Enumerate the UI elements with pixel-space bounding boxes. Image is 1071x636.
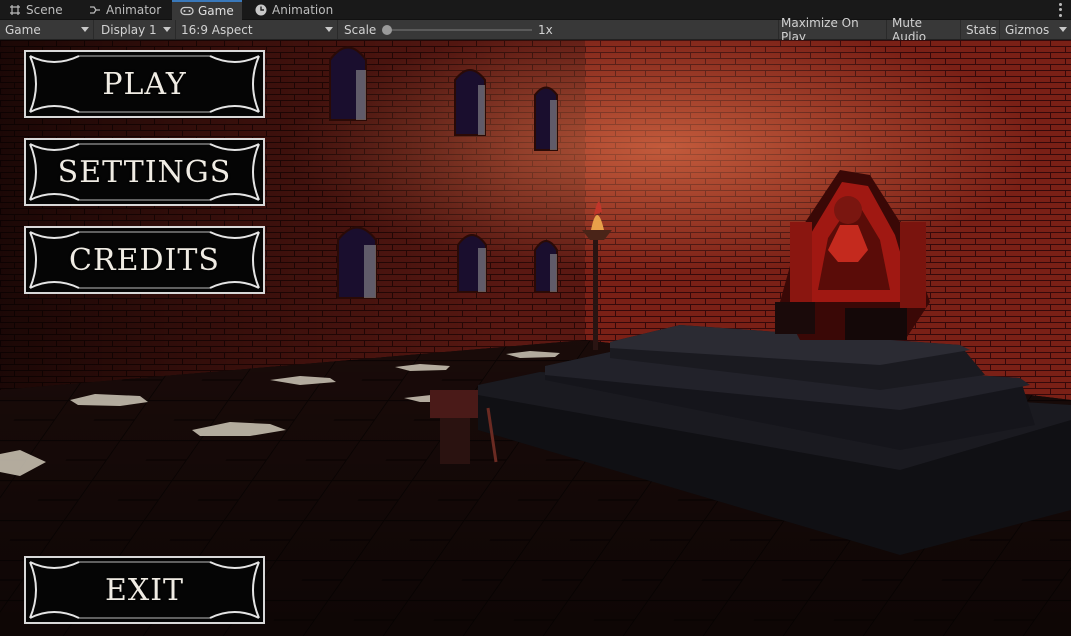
tab-label: Game: [198, 4, 234, 18]
chevron-down-icon: [325, 27, 333, 32]
gamepad-icon: [180, 4, 194, 18]
tab-label: Animation: [272, 3, 334, 17]
scale-value: 1x: [538, 22, 553, 37]
display-select[interactable]: Display 1: [96, 20, 176, 39]
gizmos-dropdown[interactable]: Gizmos: [1000, 20, 1071, 39]
tab-label: Animator: [106, 3, 162, 17]
settings-button[interactable]: SETTINGS: [24, 138, 265, 206]
clock-icon: [254, 3, 268, 17]
game-viewport[interactable]: PLAY SETTINGS CREDITS EXIT: [0, 40, 1071, 636]
credits-label: CREDITS: [69, 242, 220, 278]
exit-label: EXIT: [104, 572, 185, 608]
view-select[interactable]: Game: [0, 20, 94, 39]
tab-animator[interactable]: Animator: [80, 0, 169, 20]
exit-button[interactable]: EXIT: [24, 556, 265, 624]
animator-icon: [88, 3, 102, 17]
tab-label: Scene: [26, 3, 63, 17]
scale-slider-track[interactable]: [384, 29, 532, 31]
aspect-select[interactable]: 16:9 Aspect: [176, 20, 338, 39]
display-select-value: Display 1: [101, 22, 157, 37]
tab-game[interactable]: Game: [172, 0, 242, 20]
credits-button[interactable]: CREDITS: [24, 226, 265, 294]
play-button[interactable]: PLAY: [24, 50, 265, 118]
chevron-down-icon: [163, 27, 171, 32]
game-view-toolbar: Game Display 1 16:9 Aspect Scale 1x Maxi…: [0, 16, 1071, 44]
play-label: PLAY: [102, 66, 187, 102]
maximize-on-play-toggle[interactable]: Maximize On Play: [776, 16, 887, 44]
view-select-value: Game: [5, 22, 41, 37]
tab-scene[interactable]: Scene: [0, 0, 71, 20]
tab-animation[interactable]: Animation: [246, 0, 341, 20]
throne-room-scene: [0, 40, 1071, 636]
scale-slider-handle[interactable]: [382, 25, 392, 35]
gizmos-label: Gizmos: [1005, 22, 1050, 37]
stats-label: Stats: [966, 22, 997, 37]
chevron-down-icon: [1059, 27, 1067, 32]
settings-label: SETTINGS: [57, 154, 232, 190]
more-options-icon[interactable]: [1055, 2, 1065, 18]
aspect-select-value: 16:9 Aspect: [181, 22, 253, 37]
scale-label: Scale: [344, 22, 377, 37]
grid-icon: [8, 3, 22, 17]
chevron-down-icon: [81, 27, 89, 32]
stats-toggle[interactable]: Stats: [961, 20, 1000, 39]
mute-audio-toggle[interactable]: Mute Audio: [887, 16, 961, 44]
